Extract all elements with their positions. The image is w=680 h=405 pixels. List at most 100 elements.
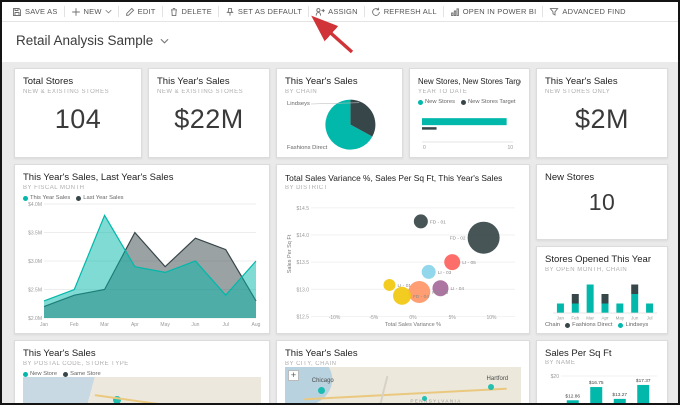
scatter-chart[interactable]: $14.5 $14.0 $13.5 $13.0 $12.5 -10% -5% 0% 5% 10% T… (285, 191, 521, 328)
tile-subtitle: BY FISCAL MONTH (23, 185, 85, 191)
card-value: $22M (174, 104, 244, 134)
map-city-label: Chicago (311, 377, 334, 384)
dashboard-title-dropdown[interactable]: Retail Analysis Sample (16, 33, 169, 48)
svg-text:Sales Per Sq Ft: Sales Per Sq Ft (287, 234, 293, 273)
stacked_bar-chart-svg: Jan Feb Mar Apr May Jun Jul (553, 284, 657, 321)
tile-new-stores-sales[interactable]: This Year's Sales NEW STORES ONLY $2M (536, 68, 668, 158)
pie-chart-svg: Lindseys Fashions Direct (287, 99, 376, 151)
svg-text:0: 0 (423, 145, 426, 151)
tile-title: This Year's Sales (545, 76, 618, 87)
svg-text:Jun: Jun (631, 316, 639, 321)
tile-sales-by-month[interactable]: This Year's Sales, Last Year's Sales BY … (14, 164, 270, 334)
bar-chart[interactable]: $20$10$12.86$16.75$13.27$17.37 (545, 366, 659, 403)
advanced-find-button[interactable]: ADVANCED FIND (543, 2, 631, 21)
map-by-postal-code[interactable] (23, 377, 261, 403)
tile-sales-by-city[interactable]: This Year's Sales BY CITY, CHAIN + Chica… (276, 340, 530, 403)
svg-text:$16.75: $16.75 (589, 380, 604, 386)
tile-this-year-sales[interactable]: This Year's Sales NEW & EXISTING STORES … (148, 68, 270, 158)
tile-title: This Year's Sales (23, 348, 96, 359)
command-toolbar: SAVE AS NEW EDIT DELETE SET AS DEFAULT A… (2, 2, 678, 22)
legend-dot (23, 371, 28, 377)
legend-dot (63, 371, 69, 377)
pie-chart[interactable]: Lindseys Fashions Direct (285, 95, 394, 152)
svg-text:FD - 03: FD - 03 (432, 290, 448, 296)
svg-text:-10%: -10% (329, 315, 341, 321)
svg-text:Jun: Jun (191, 322, 199, 328)
svg-text:$20: $20 (551, 374, 560, 380)
area-chart[interactable]: $4.0M $3.5M $3.0M $2.5M $2.0M Jan Feb Mar Apr May… (23, 201, 261, 328)
tile-title: This Year's Sales (285, 348, 358, 359)
zoom-in-button[interactable]: + (288, 370, 299, 381)
advanced-find-label: ADVANCED FIND (562, 7, 626, 16)
legend-items: Fashions Direct Lindseys (565, 322, 654, 328)
svg-text:Jan: Jan (557, 316, 565, 321)
tile-subtitle: NEW & EXISTING STORES (157, 89, 244, 95)
svg-text:$4.0M: $4.0M (28, 202, 42, 208)
refresh-all-button[interactable]: REFRESH ALL (365, 2, 443, 21)
svg-text:Jul: Jul (647, 316, 653, 321)
funnel-icon (549, 7, 559, 16)
svg-text:$14.5: $14.5 (296, 206, 309, 212)
svg-text:Lindseys: Lindseys (287, 101, 310, 107)
area-chart-svg: $4.0M$3.5M$3.0M$2.5M$2.0MJan Feb Mar Apr May… (28, 202, 261, 328)
svg-text:$13.0: $13.0 (296, 287, 309, 293)
tile-sales-per-sqft[interactable]: Sales Per Sq Ft BY NAME $20$10$12.86$16.… (536, 340, 668, 403)
assign-label: ASSIGN (328, 7, 358, 16)
legend-dot (460, 99, 466, 105)
tile-title: Stores Opened This Year (545, 254, 651, 265)
tile-variance-scatter[interactable]: Total Sales Variance %, Sales Per Sq Ft,… (276, 164, 530, 334)
save-as-button[interactable]: SAVE AS (6, 2, 64, 21)
svg-text:-5%: -5% (369, 315, 378, 321)
tile-new-stores-card[interactable]: New Stores 10 (536, 164, 668, 240)
svg-text:Jul: Jul (223, 322, 229, 328)
svg-text:May: May (160, 322, 170, 328)
bar-chart[interactable]: 0 10 (418, 105, 521, 152)
title-band: Retail Analysis Sample (2, 22, 678, 62)
svg-text:$13.27: $13.27 (612, 392, 627, 398)
tile-new-stores-target[interactable]: New Stores, New Stores Target YEAR TO DA… (409, 68, 530, 158)
svg-text:$12.5: $12.5 (296, 314, 309, 320)
map-city-label: Hartford (486, 375, 509, 382)
tile-sales-by-postal[interactable]: This Year's Sales BY POSTAL CODE, STORE … (14, 340, 270, 403)
legend-dot (618, 322, 624, 328)
svg-text:Feb: Feb (70, 322, 79, 328)
legend-label: Fashions Direct (572, 322, 613, 328)
open-in-power-bi-button[interactable]: OPEN IN POWER BI (444, 2, 543, 21)
map-by-city[interactable]: + Chicago Hartford OHIO PENNSYLVANIA (285, 367, 521, 403)
new-button[interactable]: NEW (65, 2, 118, 21)
map-road (371, 375, 389, 403)
map-road (303, 387, 507, 400)
column-chart[interactable]: Jan Feb Mar Apr May Jun Jul (545, 273, 659, 321)
save-icon (13, 7, 21, 16)
edit-button[interactable]: EDIT (119, 2, 162, 21)
svg-text:LI - 05: LI - 05 (462, 260, 476, 266)
refresh-icon (371, 7, 380, 16)
legend-dot (565, 322, 571, 328)
tile-title: This Year's Sales (157, 76, 230, 87)
tile-subtitle: NEW & EXISTING STORES (23, 89, 110, 95)
legend-dot (76, 195, 82, 201)
tile-total-stores[interactable]: Total Stores NEW & EXISTING STORES 104 (14, 68, 142, 158)
card-value: 10 (588, 189, 616, 215)
map-bubble (318, 387, 326, 395)
set-as-default-button[interactable]: SET AS DEFAULT (219, 2, 308, 21)
tile-stores-opened[interactable]: Stores Opened This Year BY OPEN MONTH, C… (536, 246, 668, 334)
map-bubble (487, 383, 494, 390)
power-bi-icon (450, 7, 459, 16)
bar-chart-svg: $20$10$12.86$16.75$13.27$17.37 (551, 374, 657, 403)
edit-label: EDIT (137, 7, 156, 16)
tile-subtitle: YEAR TO DATE (418, 89, 468, 95)
delete-button[interactable]: DELETE (163, 2, 218, 21)
svg-text:$2.5M: $2.5M (28, 288, 42, 294)
svg-text:Fashions Direct: Fashions Direct (287, 145, 328, 151)
svg-text:FD - 04: FD - 04 (413, 294, 429, 300)
tile-title: This Year's Sales (285, 76, 358, 87)
svg-text:Feb: Feb (571, 316, 579, 321)
assign-button[interactable]: ASSIGN (309, 2, 364, 21)
tile-title: Total Sales Variance %, Sales Per Sq Ft,… (285, 173, 503, 183)
tile-sales-by-chain[interactable]: This Year's Sales BY CHAIN Lindseys Fashi… (276, 68, 403, 158)
tile-title: Total Stores (23, 76, 74, 87)
plus-icon (71, 7, 80, 16)
svg-text:0%: 0% (409, 315, 417, 321)
pin-icon (226, 7, 234, 16)
